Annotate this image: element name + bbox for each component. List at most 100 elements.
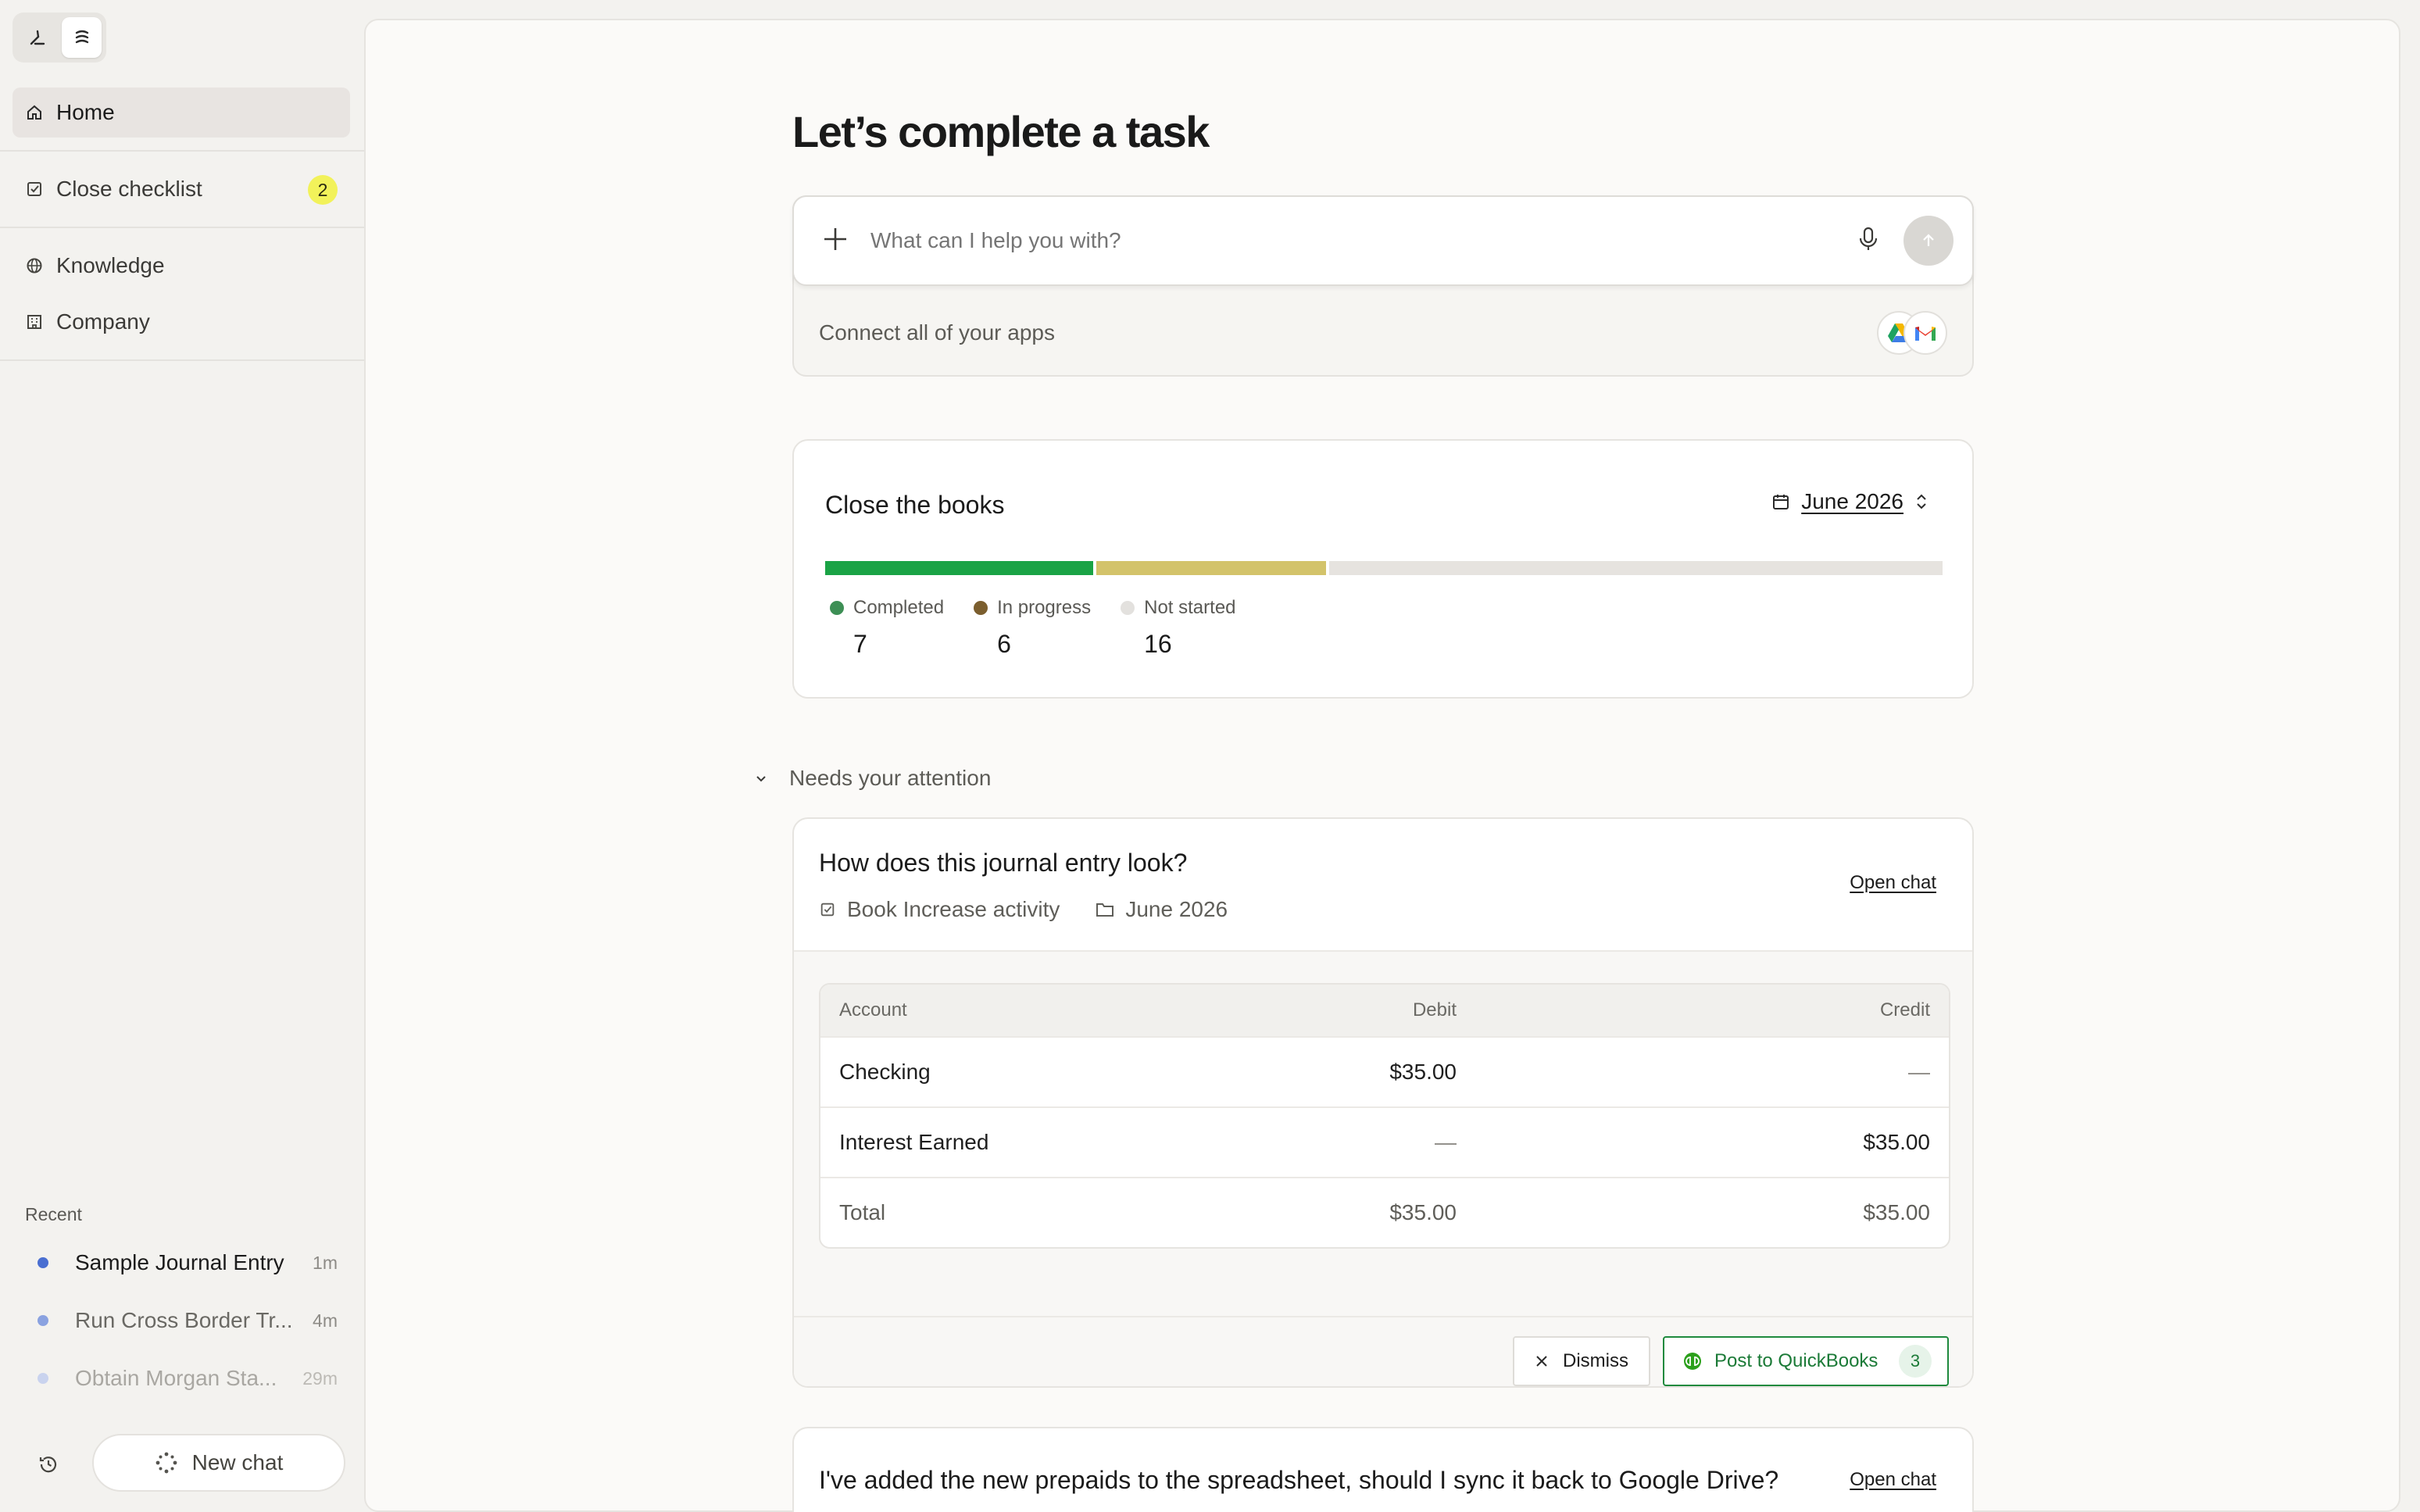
status-dot bbox=[38, 1373, 48, 1384]
microphone-icon bbox=[1859, 227, 1878, 250]
legend-completed: Completed 7 bbox=[830, 597, 944, 659]
journal-entry-card: How does this journal entry look? Book I… bbox=[792, 817, 1974, 1388]
card-title: Close the books bbox=[825, 491, 1005, 519]
checklist-count-badge: 2 bbox=[308, 175, 338, 205]
legend-value: 6 bbox=[997, 630, 1011, 658]
recent-chat-time: 29m bbox=[302, 1367, 338, 1389]
journal-entry-body: Account Debit Credit Checking $35.00 — I… bbox=[794, 952, 1972, 1316]
table-header-row: Account Debit Credit bbox=[820, 985, 1949, 1036]
dismiss-label: Dismiss bbox=[1563, 1350, 1628, 1371]
workspace-switcher[interactable] bbox=[13, 13, 106, 63]
legend-in-progress: In progress 6 bbox=[974, 597, 1091, 659]
main-panel: Let’s complete a task Connect all of you… bbox=[364, 19, 2400, 1512]
attach-button[interactable] bbox=[822, 226, 849, 256]
legend-value: 7 bbox=[853, 630, 867, 658]
page-title: Let’s complete a task bbox=[792, 107, 1210, 156]
recent-chat-time: 1m bbox=[313, 1252, 338, 1273]
recent-heading: Recent bbox=[25, 1204, 82, 1224]
sidebar-item-home[interactable]: Home bbox=[13, 88, 350, 138]
send-button[interactable] bbox=[1903, 216, 1954, 266]
progress-completed bbox=[825, 561, 1094, 575]
recent-chat-title: Obtain Morgan Sta... bbox=[75, 1366, 277, 1390]
legend-label: Completed bbox=[853, 597, 945, 618]
sidebar-item-knowledge[interactable]: Knowledge bbox=[13, 241, 350, 291]
sidebar-divider bbox=[0, 227, 364, 228]
quickbooks-icon bbox=[1684, 1353, 1701, 1370]
task-name: Book Increase activity bbox=[847, 897, 1060, 921]
sidebar-item-label: Company bbox=[56, 309, 150, 334]
progress-in-progress bbox=[1096, 561, 1327, 575]
prepaid-sync-card: I've added the new prepaids to the sprea… bbox=[792, 1427, 1974, 1512]
recent-chat-item[interactable]: Obtain Morgan Sta... 29m bbox=[25, 1355, 338, 1402]
debit-cell: $35.00 bbox=[1389, 1060, 1457, 1084]
post-count-badge: 3 bbox=[1899, 1345, 1932, 1378]
recent-chat-title: Sample Journal Entry bbox=[75, 1250, 284, 1274]
close-progress-bar bbox=[825, 561, 1943, 575]
folder-name: June 2026 bbox=[1125, 897, 1228, 921]
card-actions: Dismiss Post to QuickBooks 3 bbox=[794, 1316, 1972, 1386]
connected-apps bbox=[1877, 311, 1947, 355]
status-dot bbox=[1121, 601, 1135, 615]
status-dot bbox=[38, 1257, 48, 1268]
home-icon bbox=[27, 105, 41, 120]
close-icon bbox=[1536, 1356, 1547, 1367]
connect-apps-row[interactable]: Connect all of your apps bbox=[819, 289, 1947, 377]
card-title: I've added the new prepaids to the sprea… bbox=[819, 1466, 1779, 1494]
sidebar-item-company[interactable]: Company bbox=[13, 297, 350, 347]
checkbox-icon bbox=[27, 182, 41, 196]
sidebar-divider bbox=[0, 150, 364, 152]
total-label: Total bbox=[839, 1200, 886, 1224]
prompt-box bbox=[792, 195, 1974, 286]
building-icon bbox=[27, 315, 41, 329]
brand-logo-icon[interactable] bbox=[17, 17, 57, 58]
status-dot bbox=[38, 1315, 48, 1326]
sidebar-item-label: Knowledge bbox=[56, 253, 165, 277]
sidebar: Home Close checklist 2 Knowledge Company… bbox=[0, 0, 364, 1512]
open-chat-link[interactable]: Open chat bbox=[1850, 872, 1936, 894]
legend-not-started: Not started 16 bbox=[1121, 597, 1236, 659]
card-title: How does this journal entry look? bbox=[819, 849, 1188, 877]
journal-table: Account Debit Credit Checking $35.00 — I… bbox=[819, 983, 1950, 1249]
recent-chat-item[interactable]: Run Cross Border Tr... 4m bbox=[25, 1297, 338, 1344]
post-to-quickbooks-button[interactable]: Post to QuickBooks 3 bbox=[1663, 1336, 1949, 1386]
account-cell: Checking bbox=[839, 1060, 931, 1084]
section-heading: Needs your attention bbox=[789, 766, 992, 790]
column-header-credit: Credit bbox=[1879, 999, 1930, 1021]
period-value: June 2026 bbox=[1801, 489, 1903, 513]
sidebar-toggle-icon[interactable] bbox=[62, 17, 102, 58]
column-header-account: Account bbox=[839, 999, 907, 1021]
checkbox-icon bbox=[820, 903, 835, 917]
legend-label: In progress bbox=[997, 597, 1092, 618]
connect-apps-label: Connect all of your apps bbox=[819, 320, 1055, 345]
table-row: Interest Earned — $35.00 bbox=[820, 1106, 1949, 1177]
calendar-icon bbox=[1773, 495, 1789, 509]
chevron-down-icon bbox=[756, 776, 766, 782]
period-selector[interactable]: June 2026 bbox=[1771, 489, 1928, 514]
arrow-up-icon bbox=[1923, 234, 1934, 246]
sidebar-divider bbox=[0, 359, 364, 361]
open-chat-link[interactable]: Open chat bbox=[1850, 1469, 1936, 1491]
microphone-button[interactable] bbox=[1857, 226, 1880, 256]
dismiss-button[interactable]: Dismiss bbox=[1513, 1336, 1650, 1386]
column-header-debit: Debit bbox=[1412, 999, 1457, 1021]
prompt-container: Connect all of your apps bbox=[792, 195, 1974, 377]
new-chat-button[interactable]: New chat bbox=[92, 1434, 345, 1492]
card-meta: Book Increase activity June 2026 bbox=[819, 897, 1228, 922]
recent-chat-item[interactable]: Sample Journal Entry 1m bbox=[25, 1239, 338, 1286]
progress-legend: Completed 7 In progress 6 Not started 16 bbox=[830, 597, 1266, 659]
gmail-icon[interactable] bbox=[1903, 311, 1947, 355]
folder-icon bbox=[1096, 903, 1114, 917]
prompt-input[interactable] bbox=[870, 228, 1857, 253]
history-button[interactable] bbox=[33, 1449, 64, 1480]
attention-section-toggle[interactable]: Needs your attention bbox=[753, 766, 991, 791]
folder-tag: June 2026 bbox=[1096, 897, 1228, 922]
new-chat-label: New chat bbox=[191, 1450, 284, 1474]
history-icon bbox=[39, 1457, 57, 1473]
credit-cell: $35.00 bbox=[1863, 1130, 1930, 1154]
sidebar-item-close-checklist[interactable]: Close checklist 2 bbox=[13, 164, 350, 214]
table-row: Checking $35.00 — bbox=[820, 1036, 1949, 1106]
sidebar-item-label: Close checklist bbox=[56, 177, 202, 201]
total-debit: $35.00 bbox=[1389, 1200, 1457, 1224]
total-credit: $35.00 bbox=[1863, 1200, 1930, 1224]
table-total-row: Total $35.00 $35.00 bbox=[820, 1177, 1949, 1247]
